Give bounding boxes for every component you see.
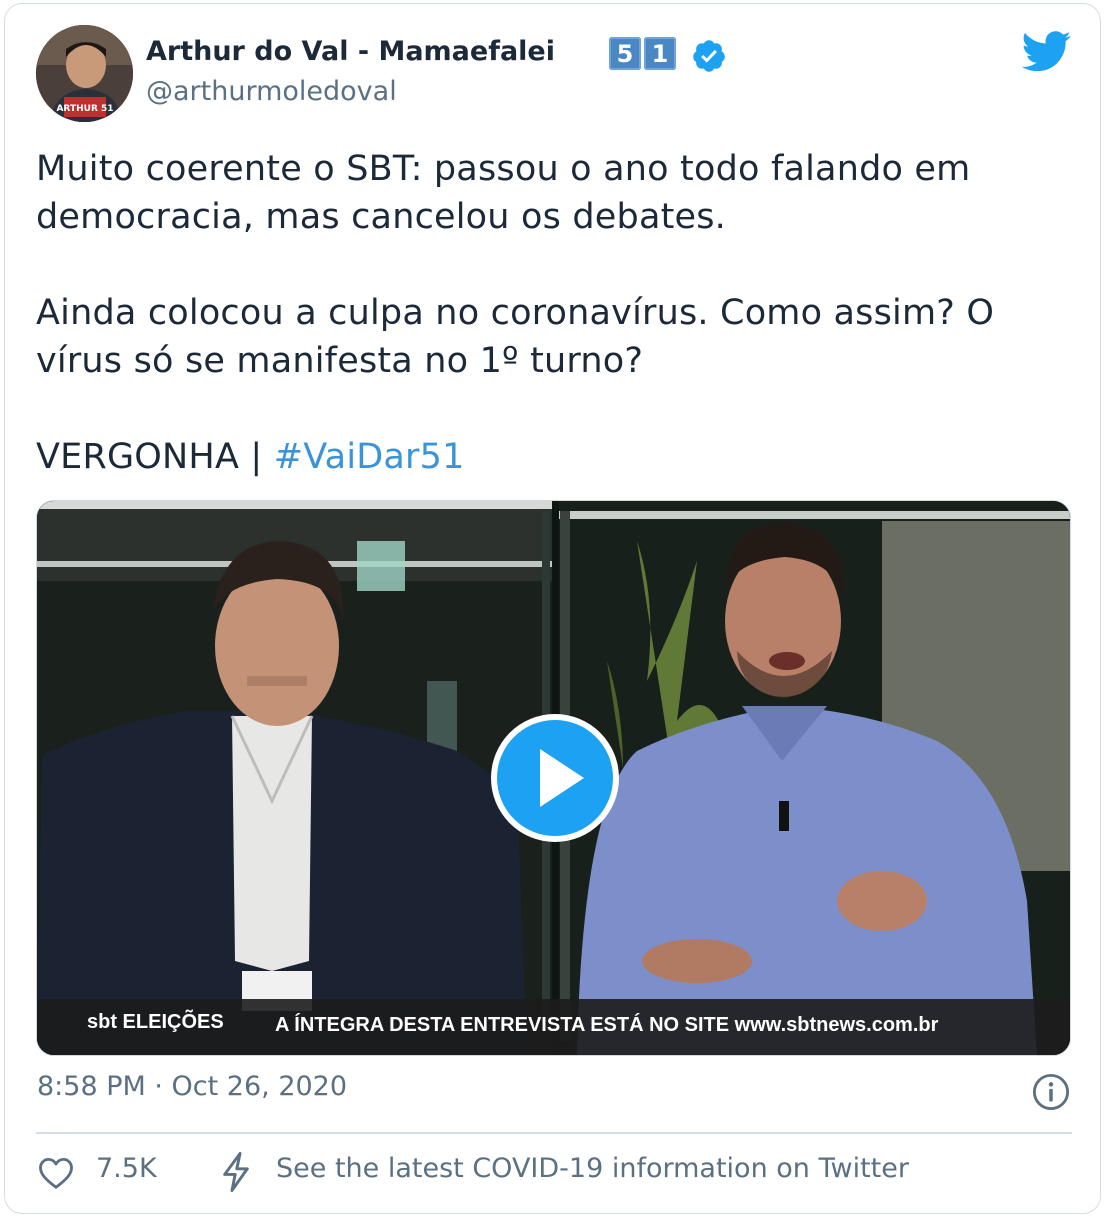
- heart-icon[interactable]: [37, 1154, 75, 1192]
- like-count[interactable]: 7.5K: [96, 1153, 157, 1184]
- tweet-line: vírus só se manifesta no 1º turno?: [36, 341, 644, 381]
- verified-badge-icon: [693, 40, 725, 72]
- tweet-line-text: VERGONHA |: [36, 437, 274, 477]
- keycap-5-icon: 5: [609, 37, 641, 70]
- bolt-icon: [223, 1151, 249, 1193]
- play-icon[interactable]: [488, 711, 622, 845]
- lower-third-text: A ÍNTEGRA DESTA ENTREVISTA ESTÁ NO SITE …: [275, 1013, 939, 1036]
- divider: [36, 1132, 1072, 1134]
- tweet-timestamp[interactable]: 8:58 PM · Oct 26, 2020: [37, 1071, 347, 1102]
- info-icon[interactable]: [1032, 1073, 1070, 1111]
- tweet-line: VERGONHA | #VaiDar51: [36, 433, 1076, 481]
- tweet-line: Ainda colocou a culpa no coronavírus. Co…: [36, 293, 995, 333]
- tweet-line: democracia, mas cancelou os debates.: [36, 197, 727, 237]
- twitter-bird-icon[interactable]: [1022, 31, 1072, 72]
- keycap-1-icon: 1: [644, 37, 676, 70]
- avatar-caption: ARTHUR 51: [56, 104, 113, 114]
- lower-third-logo: sbt ELEIÇÕES: [87, 1009, 224, 1033]
- display-name[interactable]: Arthur do Val - Mamaefalei: [146, 36, 555, 67]
- user-handle[interactable]: @arthurmoledoval: [146, 76, 397, 107]
- name-emoji-badges: 5 1: [609, 37, 676, 70]
- covid-info-link[interactable]: See the latest COVID-19 information on T…: [276, 1153, 909, 1184]
- hashtag-link[interactable]: #VaiDar51: [274, 437, 465, 477]
- tweet-text: Muito coerente o SBT: passou o ano todo …: [36, 145, 1076, 481]
- avatar[interactable]: ARTHUR 51: [36, 25, 133, 122]
- tweet-line: Muito coerente o SBT: passou o ano todo …: [36, 149, 971, 189]
- avatar-image: ARTHUR 51: [36, 25, 133, 122]
